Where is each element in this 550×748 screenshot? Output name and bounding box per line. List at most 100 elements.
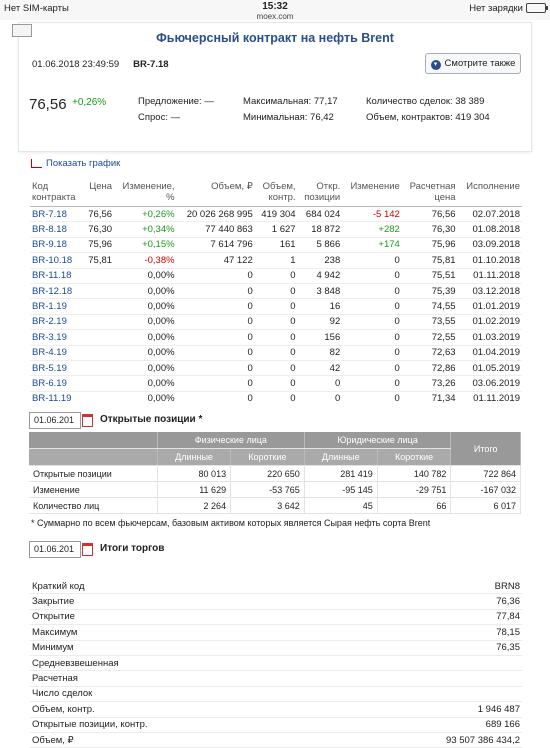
- futures-cell: 82: [297, 344, 343, 361]
- futures-cell: 01.05.2019: [457, 359, 522, 376]
- futures-cell: 0: [254, 313, 298, 330]
- contract-meta: 01.06.2018 23:49:59 BR-7.18: [32, 59, 169, 70]
- trade-result-value: 1 946 487: [327, 701, 522, 718]
- futures-col-header[interactable]: Объем, контр.: [255, 181, 298, 207]
- trade-result-row: Закрытие 76,36: [30, 593, 522, 610]
- oi-phys-long: Длинные: [157, 448, 232, 466]
- futures-cell: 0: [254, 282, 298, 299]
- open-positions-row: Количество лиц 2 264 3 642 45 66 6 017: [29, 497, 521, 514]
- futures-cell: 0: [342, 344, 402, 361]
- contract-link[interactable]: BR-10.18: [30, 252, 84, 269]
- show-chart-link[interactable]: Показать график: [31, 158, 120, 169]
- contract-link[interactable]: BR-12.18: [30, 282, 84, 299]
- futures-cell: 92: [297, 313, 343, 330]
- contract-link[interactable]: BR-9.18: [30, 236, 84, 253]
- trade-result-label: Средневзвешенная: [30, 655, 328, 672]
- open-positions-note: * Суммарно по всем фьючерсам, базовым ак…: [31, 518, 431, 528]
- contract-link[interactable]: BR-11.18: [30, 267, 84, 284]
- futures-cell: 0: [342, 313, 402, 330]
- futures-cell: [83, 313, 115, 330]
- contract-link[interactable]: BR-4.19: [30, 344, 84, 361]
- contract-link[interactable]: BR-11.19: [30, 390, 84, 407]
- futures-cell: [83, 359, 115, 376]
- trade-result-value: BRN8: [327, 579, 522, 595]
- contract-link[interactable]: BR-1.19: [30, 298, 84, 315]
- open-positions-cell: -167 032: [450, 481, 521, 498]
- futures-row: BR-4.19 0,00% 0 0 82 0 72,63 01.04.2019: [30, 344, 522, 361]
- futures-cell: 0: [342, 390, 402, 407]
- trade-results-table: Краткий код BRN8 Закрытие 76,36 Открытие 77,8…: [30, 579, 522, 748]
- futures-col-header[interactable]: Цена: [83, 181, 114, 207]
- trade-result-value: 689 166: [327, 717, 522, 733]
- futures-cell: 72,55: [401, 329, 458, 346]
- open-positions-date-input[interactable]: 01.06.201: [29, 412, 81, 429]
- futures-col-header[interactable]: Расчетная цена: [402, 181, 458, 207]
- trade-result-row: Максимум 78,15: [30, 624, 522, 641]
- futures-cell: 0,00%: [114, 298, 177, 315]
- high-low: Максимальная: 77,17 Минимальная: 76,42: [243, 96, 338, 128]
- futures-cell: 0: [254, 329, 298, 346]
- trade-result-label: Открытие: [30, 609, 328, 626]
- contract-link[interactable]: BR-6.19: [30, 375, 84, 392]
- trade-results-date-input[interactable]: 01.06.201: [29, 541, 81, 558]
- volume-value: 419 304: [455, 112, 490, 123]
- futures-cell: 0: [176, 267, 255, 284]
- calendar-icon[interactable]: [82, 414, 93, 427]
- futures-cell: 0: [176, 390, 255, 407]
- offer-label: Предложение:: [138, 96, 202, 107]
- futures-cell: 161: [254, 236, 298, 253]
- contract-link[interactable]: BR-7.18: [30, 205, 84, 222]
- open-positions-title: Открытые позиции *: [100, 414, 203, 425]
- futures-cell: 75,81: [83, 252, 115, 269]
- open-positions-table: Физические лица Юридические лица Итого Д…: [29, 432, 521, 514]
- futures-cell: 1 627: [254, 221, 298, 238]
- futures-col-header[interactable]: Изменение, %: [114, 181, 177, 207]
- futures-cell: 0: [254, 359, 298, 376]
- oi-corner: [29, 432, 158, 449]
- open-positions-row-label: Количество лиц: [29, 497, 158, 514]
- contract-link[interactable]: BR-8.18: [30, 221, 84, 238]
- trade-result-row: Открытие 77,84: [30, 609, 522, 626]
- contract-link[interactable]: BR-5.19: [30, 359, 84, 376]
- trade-result-label: Краткий код: [30, 579, 328, 595]
- futures-cell: 0: [342, 359, 402, 376]
- trade-result-label: Объем, ₽: [30, 732, 328, 748]
- futures-cell: 0,00%: [114, 267, 177, 284]
- open-positions-cell: 281 419: [304, 465, 378, 482]
- calendar-icon[interactable]: [82, 543, 93, 556]
- futures-cell: 0: [342, 298, 402, 315]
- futures-row: BR-8.18 76,30 +0,34% 77 440 863 1 627 18 872 +…: [30, 221, 522, 238]
- open-positions-cell: 2 264: [157, 497, 232, 514]
- futures-cell: 0: [342, 252, 402, 269]
- contract-link[interactable]: BR-3.19: [30, 329, 84, 346]
- futures-cell: +0,15%: [114, 236, 177, 253]
- futures-col-header[interactable]: Код контракта: [30, 181, 83, 207]
- futures-cell: [83, 344, 115, 361]
- futures-col-header[interactable]: Объем, ₽: [177, 181, 255, 207]
- futures-col-header[interactable]: Откр. позиции: [298, 181, 343, 207]
- trade-result-row: Средневзвешенная: [30, 655, 522, 672]
- trade-result-row: Число сделок: [30, 686, 522, 703]
- futures-row: BR-6.19 0,00% 0 0 0 0 73,26 03.06.2019: [30, 375, 522, 392]
- last-price: 76,56: [29, 96, 67, 113]
- trade-result-row: Объем, контр. 1 946 487: [30, 701, 522, 718]
- futures-col-header[interactable]: Исполнение: [458, 181, 522, 207]
- futures-row: BR-10.18 75,81 -0,38% 47 122 1 238 0 75,81 01.10…: [30, 252, 522, 269]
- bid-value: —: [170, 112, 181, 123]
- see-also-button[interactable]: ▾ Смотрите также: [425, 53, 521, 74]
- futures-row: BR-5.19 0,00% 0 0 42 0 72,86 01.05.2019: [30, 359, 522, 376]
- futures-cell: [83, 329, 115, 346]
- futures-cell: 72,63: [401, 344, 458, 361]
- futures-col-header[interactable]: Изменение: [342, 181, 402, 207]
- oi-jur-long: Длинные: [304, 448, 378, 466]
- open-positions-cell: 140 782: [377, 465, 452, 482]
- futures-cell: 0,00%: [114, 359, 177, 376]
- futures-cell: -0,38%: [114, 252, 177, 269]
- contract-link[interactable]: BR-2.19: [30, 313, 84, 330]
- futures-cell: 01.08.2018: [457, 221, 522, 238]
- futures-cell: +0,26%: [114, 205, 177, 222]
- futures-cell: [83, 375, 115, 392]
- trade-result-label: Расчетная: [30, 670, 328, 687]
- deals-value: 38 389: [455, 96, 485, 107]
- url-host[interactable]: moex.com: [0, 12, 550, 21]
